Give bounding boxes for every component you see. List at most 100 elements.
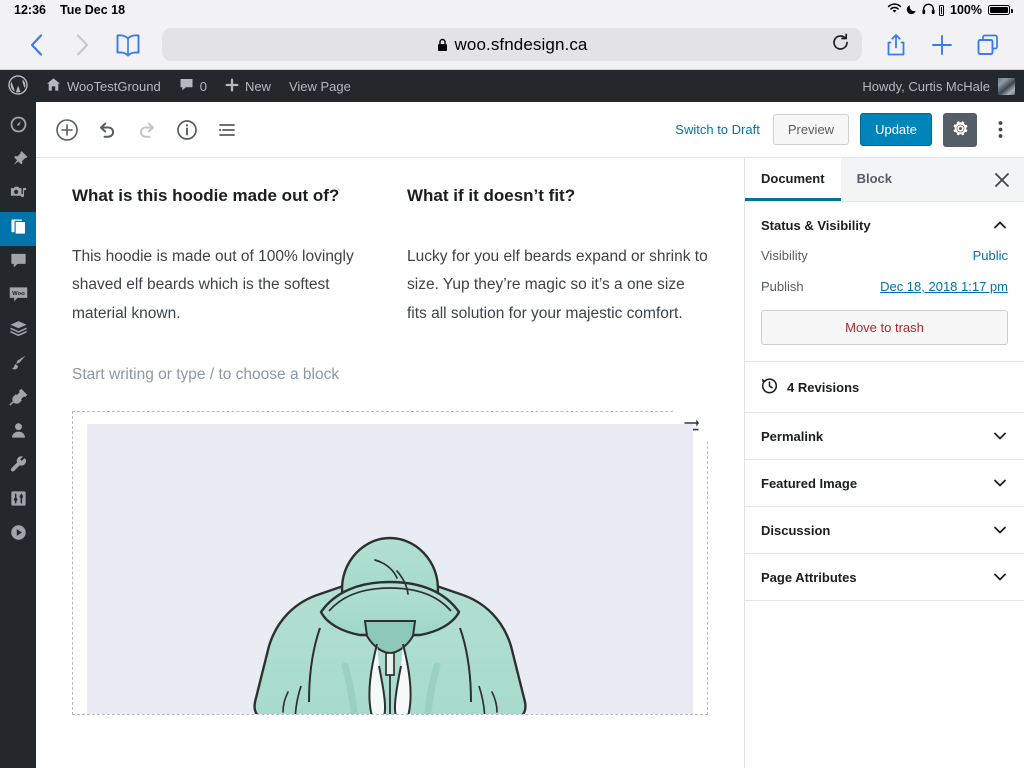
show-tabs-button[interactable]	[966, 25, 1010, 65]
column-block-2[interactable]: What if it doesn’t fit? Lucky for you el…	[407, 184, 708, 329]
play-icon	[9, 523, 28, 547]
app-body: Woo	[0, 102, 1024, 768]
undo-button[interactable]	[88, 111, 126, 149]
tab-document[interactable]: Document	[745, 158, 841, 201]
media-icon	[9, 183, 28, 207]
sidebar-item-products[interactable]	[0, 314, 36, 348]
sidebar-item-settings[interactable]	[0, 484, 36, 518]
visibility-label: Visibility	[761, 248, 808, 263]
page-attributes-header[interactable]: Page Attributes	[745, 554, 1024, 600]
ios-status-bar: 12:36 Tue Dec 18 100%	[0, 0, 1024, 20]
featured-image-header[interactable]: Featured Image	[745, 460, 1024, 506]
column-2-heading[interactable]: What if it doesn’t fit?	[407, 184, 708, 209]
site-name-label: WooTestGround	[67, 79, 161, 94]
sidebar-item-media[interactable]	[0, 178, 36, 212]
new-content-menu[interactable]: New	[216, 70, 280, 102]
battery-icon	[988, 5, 1010, 15]
column-1-heading[interactable]: What is this hoodie made out of?	[72, 184, 373, 209]
page-attributes-title: Page Attributes	[761, 570, 857, 585]
sidebar-item-tools[interactable]	[0, 450, 36, 484]
column-2-paragraph[interactable]: Lucky for you elf beards expand or shrin…	[407, 243, 708, 329]
permalink-title: Permalink	[761, 429, 823, 444]
wrench-icon	[9, 455, 28, 479]
user-icon	[9, 421, 28, 445]
revisions-link[interactable]: 4 Revisions	[745, 362, 1024, 413]
switch-to-draft-button[interactable]: Switch to Draft	[673, 118, 762, 141]
wordpress-logo-menu[interactable]	[0, 70, 37, 102]
content-info-button[interactable]	[168, 111, 206, 149]
visibility-row: Visibility Public	[761, 248, 1008, 263]
image-block[interactable]	[72, 411, 708, 715]
permalink-panel: Permalink	[745, 413, 1024, 460]
status-date: Tue Dec 18	[60, 3, 125, 17]
status-visibility-header[interactable]: Status & Visibility	[745, 202, 1024, 248]
sidebar-item-posts[interactable]	[0, 144, 36, 178]
battery-percent: 100%	[950, 3, 982, 17]
lock-icon	[437, 38, 448, 52]
column-1-paragraph[interactable]: This hoodie is made out of 100% lovingly…	[72, 243, 373, 329]
revisions-label: 4 Revisions	[787, 380, 859, 395]
forward-button[interactable]	[60, 25, 104, 65]
url-bar[interactable]: woo.sfndesign.ca	[162, 28, 862, 61]
sidebar-item-comments[interactable]	[0, 246, 36, 280]
sidebar-item-plugins[interactable]	[0, 382, 36, 416]
sidebar-tabs: Document Block	[745, 158, 1024, 202]
share-button[interactable]	[874, 25, 918, 65]
comments-menu[interactable]: 0	[170, 70, 216, 102]
sidebar-item-appearance[interactable]	[0, 348, 36, 382]
new-label: New	[245, 79, 271, 94]
sidebar-item-woocommerce[interactable]: Woo	[0, 280, 36, 314]
add-block-button[interactable]	[48, 111, 86, 149]
box-icon	[9, 319, 28, 343]
avatar[interactable]	[998, 78, 1015, 95]
pages-icon	[9, 217, 28, 241]
tab-block[interactable]: Block	[841, 158, 908, 201]
url-text: woo.sfndesign.ca	[455, 35, 588, 55]
chevron-down-icon	[992, 569, 1008, 585]
wifi-icon	[887, 3, 902, 17]
hoodie-image	[87, 424, 693, 714]
publish-label: Publish	[761, 279, 804, 294]
howdy-label: Howdy, Curtis McHale	[862, 79, 990, 94]
settings-toggle-button[interactable]	[943, 113, 977, 147]
plug-icon	[9, 387, 28, 411]
preview-button[interactable]: Preview	[773, 114, 849, 145]
move-to-trash-button[interactable]: Move to trash	[761, 310, 1008, 345]
update-button[interactable]: Update	[860, 113, 932, 146]
publish-date-button[interactable]: Dec 18, 2018 1:17 pm	[880, 279, 1008, 294]
column-block-1[interactable]: What is this hoodie made out of? This ho…	[72, 184, 373, 329]
editor-canvas[interactable]: What is this hoodie made out of? This ho…	[36, 158, 744, 768]
more-options-button[interactable]	[988, 113, 1012, 147]
comment-bubble-icon	[179, 77, 194, 95]
sliders-icon	[9, 489, 28, 513]
new-tab-button[interactable]	[920, 25, 964, 65]
back-button[interactable]	[14, 25, 58, 65]
sidebar-item-users[interactable]	[0, 416, 36, 450]
home-icon	[46, 77, 61, 95]
discussion-header[interactable]: Discussion	[745, 507, 1024, 553]
close-icon[interactable]	[980, 158, 1024, 201]
pin-icon	[9, 149, 28, 173]
status-visibility-title: Status & Visibility	[761, 218, 871, 233]
sidebar-item-media-player[interactable]	[0, 518, 36, 552]
view-page-link[interactable]: View Page	[280, 70, 360, 102]
block-navigation-button[interactable]	[208, 111, 246, 149]
editor-body: What is this hoodie made out of? This ho…	[36, 158, 1024, 768]
reload-icon[interactable]	[831, 33, 850, 57]
status-visibility-panel: Status & Visibility Visibility Public Pu…	[745, 202, 1024, 362]
visibility-value-button[interactable]: Public	[973, 248, 1008, 263]
page-attributes-panel: Page Attributes	[745, 554, 1024, 601]
sidebar-item-dashboard[interactable]	[0, 110, 36, 144]
permalink-header[interactable]: Permalink	[745, 413, 1024, 459]
site-name-menu[interactable]: WooTestGround	[37, 70, 170, 102]
howdy-menu[interactable]: Howdy, Curtis McHale	[862, 70, 990, 102]
discussion-title: Discussion	[761, 523, 830, 538]
status-time: 12:36	[14, 3, 46, 17]
redo-button[interactable]	[128, 111, 166, 149]
empty-paragraph-block[interactable]: Start writing or type / to choose a bloc…	[72, 363, 708, 388]
chevron-down-icon	[992, 522, 1008, 538]
sidebar-item-pages[interactable]	[0, 212, 36, 246]
bookmarks-button[interactable]	[106, 25, 150, 65]
gear-icon	[951, 119, 970, 141]
columns-block[interactable]: What is this hoodie made out of? This ho…	[72, 184, 708, 329]
